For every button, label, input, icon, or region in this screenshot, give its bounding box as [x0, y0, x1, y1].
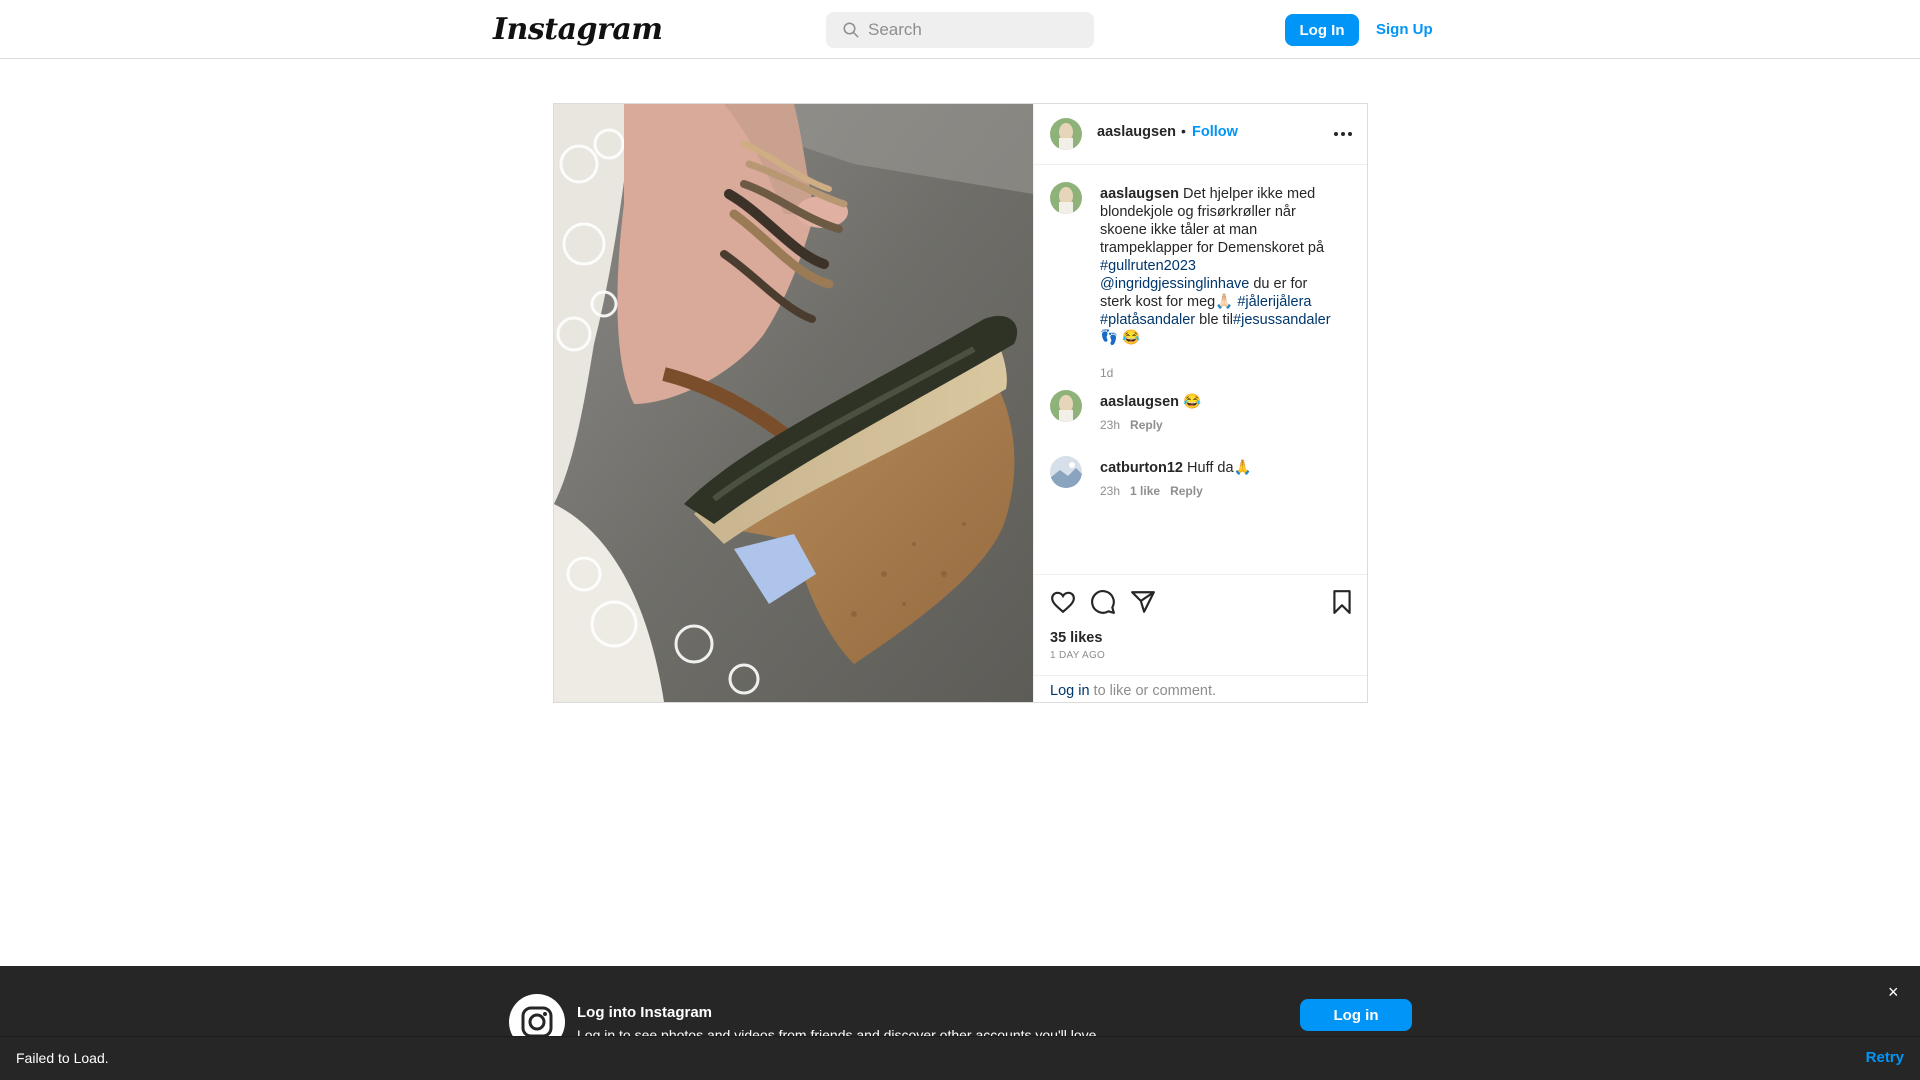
login-suffix: to like or comment. — [1089, 683, 1217, 699]
share-icon[interactable] — [1130, 589, 1156, 615]
caption-text: aaslaugsen Det hjelper ikke med blondekj… — [1100, 185, 1340, 347]
comment-text: aaslaugsen 😂 — [1100, 393, 1340, 411]
retry-button[interactable]: Retry — [1866, 1049, 1904, 1066]
author-avatar[interactable] — [1050, 118, 1082, 150]
comment-likes[interactable]: 1 like — [1130, 484, 1160, 498]
caption-time: 1d — [1100, 366, 1114, 380]
hashtag-link[interactable]: #platåsandaler — [1100, 312, 1195, 328]
comment-row: aaslaugsen 😂 23h Reply — [1050, 390, 1350, 440]
heart-icon[interactable] — [1050, 589, 1076, 615]
caption-username[interactable]: aaslaugsen — [1100, 186, 1179, 202]
search-input[interactable] — [868, 12, 1088, 48]
banner-title: Log into Instagram — [577, 1004, 712, 1021]
comment-row: catburton12 Huff da🙏 23h 1 like Reply — [1050, 456, 1350, 506]
login-link[interactable]: Log in — [1050, 683, 1090, 699]
login-to-comment: Log in to like or comment. — [1034, 675, 1367, 702]
signup-link[interactable]: Sign Up — [1372, 14, 1437, 46]
top-navigation-bar: Instagram Log In Sign Up — [0, 0, 1920, 59]
error-snackbar: Failed to Load. Retry — [0, 1036, 1920, 1080]
login-prompt-banner: Log into Instagram Log in to see photos … — [0, 966, 1920, 1050]
hashtag-link[interactable]: @ingridgjessinglinhave — [1100, 276, 1249, 292]
commenter-avatar[interactable] — [1050, 456, 1082, 488]
search-box[interactable] — [826, 12, 1094, 48]
comment-time: 23h — [1100, 484, 1121, 498]
post-photo-image — [554, 104, 1033, 702]
post-side-panel: aaslaugsen • Follow aaslaugsen Det hjelp… — [1033, 104, 1367, 702]
separator-dot: • — [1181, 123, 1186, 139]
close-icon[interactable]: × — [1888, 982, 1899, 1003]
caption-segment: ble til — [1195, 312, 1234, 328]
error-message: Failed to Load. — [16, 1050, 109, 1066]
comment-icon[interactable] — [1090, 589, 1116, 615]
comment-text: catburton12 Huff da🙏 — [1100, 459, 1340, 477]
likes-count[interactable]: 35 likes — [1050, 630, 1102, 646]
comment-meta: 23h Reply — [1100, 418, 1163, 432]
post-header: aaslaugsen • Follow — [1034, 104, 1367, 165]
more-options-icon[interactable] — [1332, 126, 1354, 142]
comment-reply-button[interactable]: Reply — [1130, 418, 1163, 432]
comment-username[interactable]: catburton12 — [1100, 460, 1183, 476]
caption-avatar[interactable] — [1050, 182, 1082, 214]
post-photo[interactable] — [554, 104, 1033, 702]
post-card: aaslaugsen • Follow aaslaugsen Det hjelp… — [553, 103, 1368, 703]
login-button[interactable]: Log In — [1285, 14, 1359, 46]
comments-section: aaslaugsen Det hjelper ikke med blondekj… — [1034, 166, 1367, 574]
hashtag-link[interactable]: #gullruten2023 — [1100, 258, 1196, 274]
comment-reply-button[interactable]: Reply — [1170, 484, 1203, 498]
search-icon — [843, 22, 859, 38]
caption-row: aaslaugsen Det hjelper ikke med blondekj… — [1050, 182, 1350, 380]
comment-time: 23h — [1100, 418, 1121, 432]
comment-username[interactable]: aaslaugsen — [1100, 394, 1179, 410]
comment-body: Huff da🙏 — [1183, 460, 1252, 476]
hashtag-link[interactable]: #jålerijålera — [1237, 294, 1311, 310]
commenter-avatar[interactable] — [1050, 390, 1082, 422]
instagram-logo[interactable]: Instagram — [493, 12, 663, 47]
comment-meta: 23h 1 like Reply — [1100, 484, 1203, 498]
author-username[interactable]: aaslaugsen — [1097, 124, 1176, 140]
hashtag-link[interactable]: #jesussandaler — [1233, 312, 1331, 328]
comment-body: 😂 — [1179, 394, 1202, 410]
follow-button[interactable]: Follow — [1192, 124, 1238, 140]
bookmark-icon[interactable] — [1329, 589, 1355, 615]
banner-login-button[interactable]: Log in — [1300, 999, 1412, 1031]
post-timestamp: 1 DAY AGO — [1050, 650, 1106, 661]
caption-segment: 👣 😂 — [1100, 330, 1141, 346]
post-actions: 35 likes 1 DAY AGO — [1034, 574, 1367, 675]
